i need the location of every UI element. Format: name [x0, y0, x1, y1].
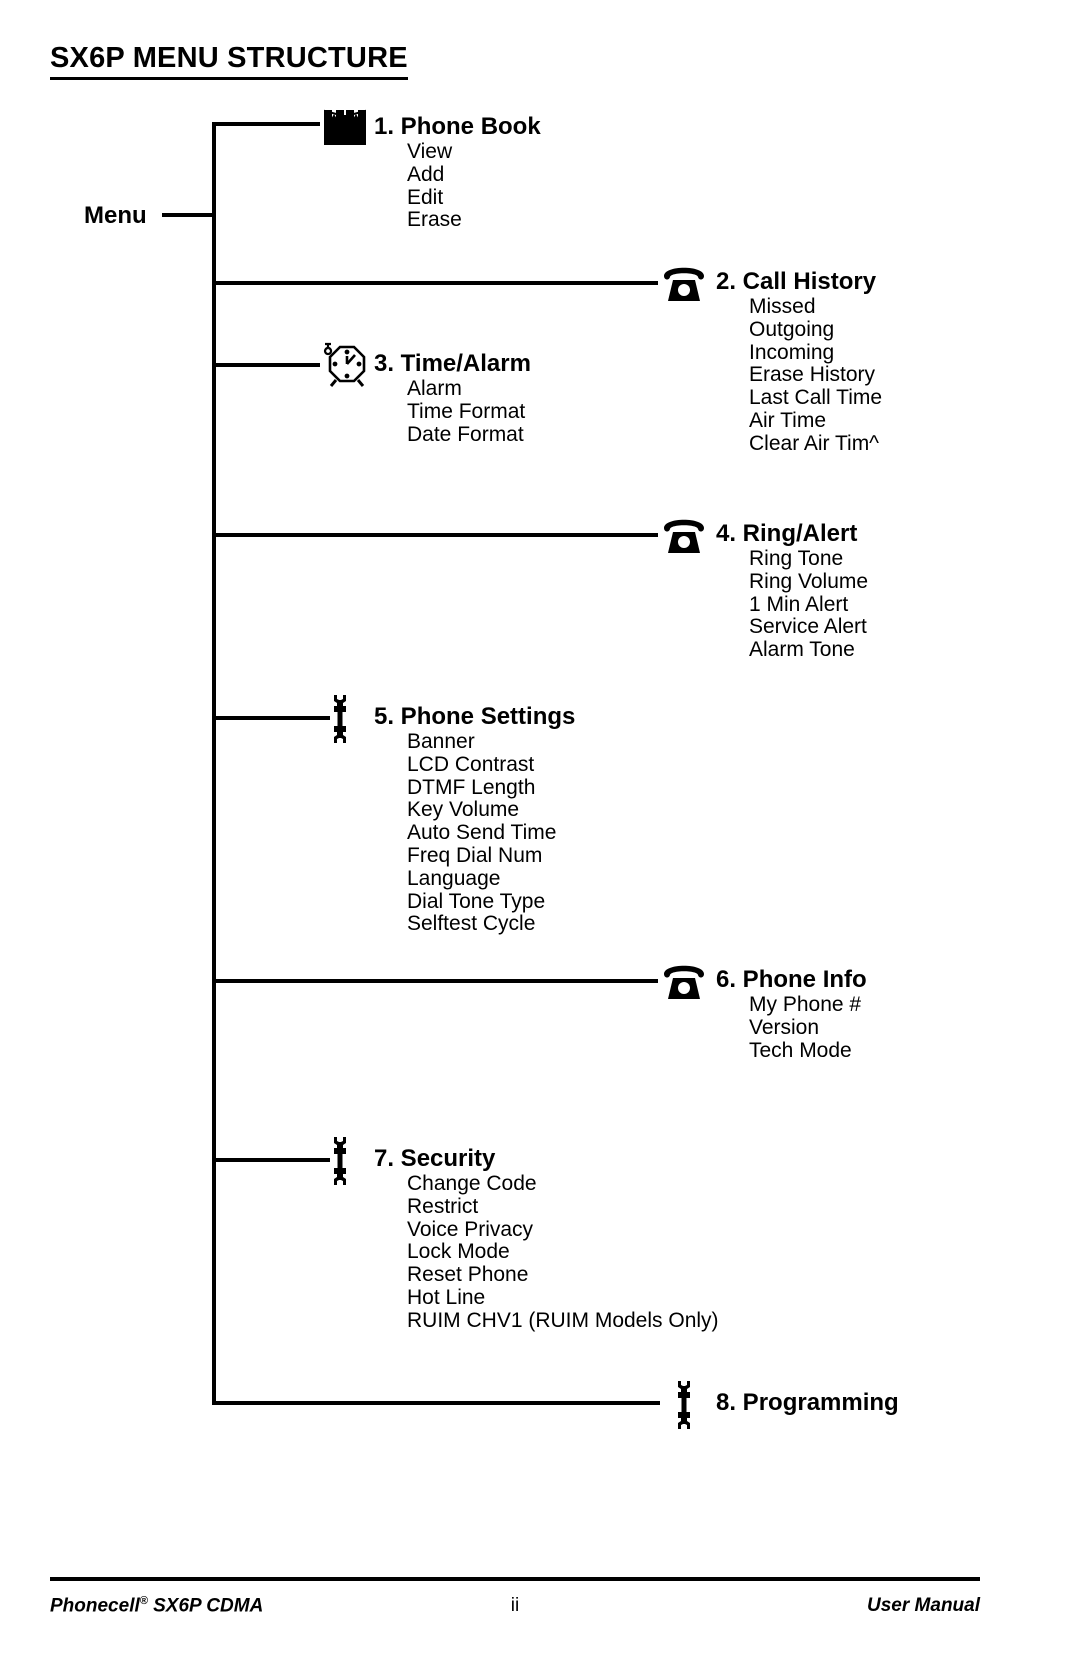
menu-subitem[interactable]: View — [407, 140, 541, 164]
telephone-icon — [664, 267, 704, 301]
menu-subitem-list: Change Code Restrict Voice Privacy Lock … — [374, 1172, 719, 1333]
menu-subitem[interactable]: Language — [407, 867, 575, 891]
menu-node-ring-alert[interactable]: 4. Ring/Alert Ring Tone Ring Volume 1 Mi… — [716, 520, 868, 662]
menu-subitem-list: View Add Edit Erase — [374, 140, 541, 232]
menu-subitem[interactable]: Erase — [407, 209, 541, 232]
menu-subitem[interactable]: Add — [407, 163, 541, 187]
menu-subitem[interactable]: Air Time — [749, 409, 882, 433]
menu-subitem[interactable]: DTMF Length — [407, 776, 575, 800]
open-book-icon — [324, 109, 366, 145]
menu-subitem[interactable]: Reset Phone — [407, 1263, 719, 1287]
menu-node-title: 3. Time/Alarm — [374, 350, 531, 377]
wrench-icon — [678, 1381, 690, 1429]
menu-subitem[interactable]: Ring Tone — [749, 547, 868, 571]
menu-subitem[interactable]: Version — [749, 1016, 867, 1040]
menu-node-title: 7. Security — [374, 1145, 496, 1172]
menu-subitem[interactable]: Selftest Cycle — [407, 913, 575, 936]
menu-subitem[interactable]: Time Format — [407, 400, 531, 424]
page-canvas: SX6P MENU STRUCTURE Menu 1. Phone Book V… — [0, 0, 1080, 1669]
page-footer: Phonecell® SX6P CDMA ii User Manual — [50, 1595, 980, 1625]
telephone-icon — [664, 519, 704, 553]
menu-subitem[interactable]: Dial Tone Type — [407, 890, 575, 914]
footer-right: User Manual — [867, 1595, 980, 1616]
menu-subitem[interactable]: Erase History — [749, 364, 882, 387]
menu-subitem[interactable]: Restrict — [407, 1195, 719, 1219]
menu-subitem-list: Ring Tone Ring Volume 1 Min Alert Servic… — [716, 547, 868, 662]
menu-subitem[interactable]: Date Format — [407, 423, 531, 447]
menu-subitem-list: My Phone # Version Tech Mode — [716, 993, 867, 1063]
menu-subitem[interactable]: Freq Dial Num — [407, 844, 575, 868]
menu-subitem[interactable]: Change Code — [407, 1172, 719, 1196]
menu-node-title: 8. Programming — [716, 1389, 899, 1416]
menu-subitem[interactable]: Auto Send Time — [407, 821, 575, 845]
menu-node-phone-info[interactable]: 6. Phone Info My Phone # Version Tech Mo… — [716, 966, 867, 1062]
telephone-icon — [664, 965, 704, 999]
menu-node-call-history[interactable]: 2. Call History Missed Outgoing Incoming… — [716, 268, 882, 456]
menu-node-phone-settings[interactable]: 5. Phone Settings Banner LCD Contrast DT… — [374, 703, 575, 936]
menu-subitem[interactable]: Clear Air Tim^ — [749, 432, 882, 456]
menu-root-label: Menu — [84, 202, 147, 229]
menu-subitem[interactable]: Edit — [407, 186, 541, 210]
menu-subitem[interactable]: Service Alert — [749, 616, 868, 639]
menu-subitem[interactable]: Incoming — [749, 341, 882, 365]
menu-node-title: 5. Phone Settings — [374, 703, 576, 730]
menu-subitem[interactable]: Tech Mode — [749, 1039, 867, 1063]
menu-node-security[interactable]: 7. Security Change Code Restrict Voice P… — [374, 1145, 719, 1333]
menu-subitem[interactable]: 1 Min Alert — [749, 593, 868, 617]
menu-node-title: 4. Ring/Alert — [716, 520, 858, 547]
alarm-clock-icon — [323, 342, 366, 387]
menu-node-phone-book[interactable]: 1. Phone Book View Add Edit Erase — [374, 113, 541, 232]
menu-subitem[interactable]: Last Call Time — [749, 386, 882, 410]
menu-subitem-list: Missed Outgoing Incoming Erase History L… — [716, 295, 882, 456]
menu-subitem[interactable]: Alarm Tone — [749, 638, 868, 662]
menu-subitem-list: Alarm Time Format Date Format — [374, 377, 531, 447]
menu-subitem[interactable]: Banner — [407, 730, 575, 754]
menu-node-programming[interactable]: 8. Programming — [716, 1389, 899, 1417]
menu-subitem[interactable]: Key Volume — [407, 799, 575, 822]
menu-subitem[interactable]: Lock Mode — [407, 1241, 719, 1264]
footer-divider — [50, 1577, 980, 1581]
menu-subitem[interactable]: Ring Volume — [749, 570, 868, 594]
menu-node-title: 6. Phone Info — [716, 966, 867, 993]
menu-subitem[interactable]: RUIM CHV1 (RUIM Models Only) — [407, 1309, 719, 1333]
footer-page-number: ii — [510, 1595, 520, 1616]
menu-node-title: 1. Phone Book — [374, 113, 541, 140]
menu-subitem[interactable]: Hot Line — [407, 1286, 719, 1310]
menu-subitem[interactable]: LCD Contrast — [407, 753, 575, 777]
menu-subitem-list: Banner LCD Contrast DTMF Length Key Volu… — [374, 730, 575, 936]
menu-subitem[interactable]: Voice Privacy — [407, 1218, 719, 1242]
wrench-icon — [334, 1137, 346, 1185]
menu-subitem[interactable]: Outgoing — [749, 318, 882, 342]
menu-node-title: 2. Call History — [716, 268, 877, 295]
menu-subitem[interactable]: Missed — [749, 295, 882, 319]
menu-subitem[interactable]: My Phone # — [749, 993, 867, 1017]
menu-node-time-alarm[interactable]: 3. Time/Alarm Alarm Time Format Date For… — [374, 350, 531, 446]
menu-subitem[interactable]: Alarm — [407, 377, 531, 401]
wrench-icon — [334, 695, 346, 743]
